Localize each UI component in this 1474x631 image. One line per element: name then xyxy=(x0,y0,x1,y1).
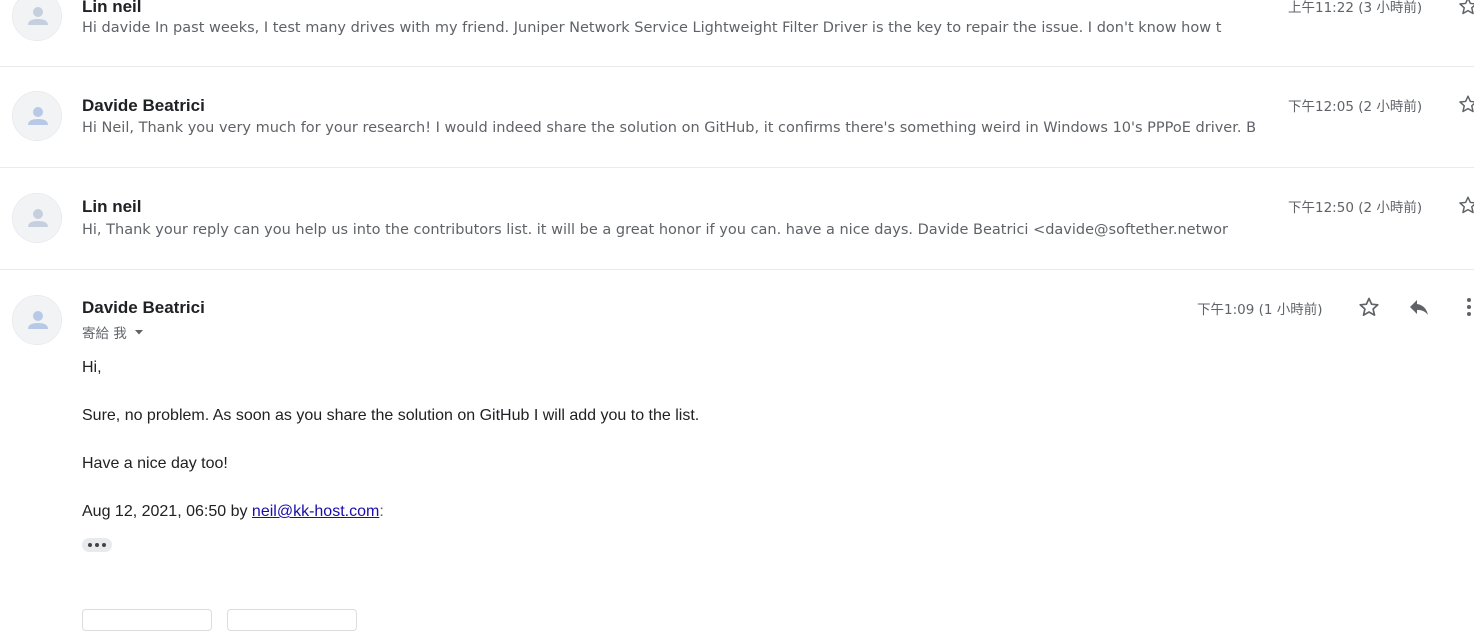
quote-attribution: Aug 12, 2021, 06:50 by neil@kk-host.com: xyxy=(82,503,384,521)
caret-down-icon xyxy=(134,330,143,335)
star-button[interactable] xyxy=(1455,0,1474,19)
reply-action-button[interactable] xyxy=(82,609,212,631)
message-snippet: Hi Neil, Thank you very much for your re… xyxy=(82,120,1257,136)
expanded-message xyxy=(0,270,1474,613)
message-time: 下午12:50 (2 小時前) xyxy=(1288,200,1423,216)
star-button[interactable] xyxy=(1356,294,1382,320)
recipient-label: 寄給 我 xyxy=(82,326,127,342)
quote-prefix: Aug 12, 2021, 06:50 by xyxy=(82,503,252,520)
recipient-details-toggle[interactable]: 寄給 我 xyxy=(82,322,145,342)
reply-icon xyxy=(1410,300,1428,315)
message-time: 下午12:05 (2 小時前) xyxy=(1288,99,1423,115)
star-button[interactable] xyxy=(1455,91,1474,117)
avatar xyxy=(12,193,62,243)
default-avatar-icon xyxy=(13,92,61,140)
message-row[interactable]: Lin neil Hi, Thank your reply can you he… xyxy=(0,168,1474,270)
default-avatar-icon xyxy=(13,0,61,40)
sender-name: Davide Beatrici xyxy=(82,298,205,317)
avatar xyxy=(12,295,62,345)
more-vert-icon xyxy=(1467,298,1471,316)
show-trimmed-content-icon xyxy=(88,543,92,547)
message-row[interactable]: Davide Beatrici Hi Neil, Thank you very … xyxy=(0,67,1474,168)
star-icon xyxy=(1459,0,1474,15)
body-paragraph: Sure, no problem. As soon as you share t… xyxy=(82,407,700,424)
body-paragraph: Have a nice day too! xyxy=(82,455,228,472)
message-time: 上午11:22 (3 小時前) xyxy=(1288,0,1423,16)
star-icon xyxy=(1459,196,1474,214)
message-snippet: Hi davide In past weeks, I test many dri… xyxy=(82,20,1222,36)
forward-action-button[interactable] xyxy=(227,609,357,631)
avatar xyxy=(12,0,62,41)
email-link[interactable]: neil@kk-host.com xyxy=(252,503,379,520)
sender-name: Davide Beatrici xyxy=(82,96,205,115)
star-icon xyxy=(1459,95,1474,113)
message-row[interactable]: Lin neil Hi davide In past weeks, I test… xyxy=(0,0,1474,67)
sender-name: Lin neil xyxy=(82,0,142,16)
show-trimmed-content-button[interactable] xyxy=(82,538,112,552)
quote-suffix: : xyxy=(379,503,384,520)
body-greeting: Hi, xyxy=(82,359,102,376)
message-snippet: Hi, Thank your reply can you help us int… xyxy=(82,222,1228,238)
sender-name: Lin neil xyxy=(82,197,142,216)
message-time: 下午1:09 (1 小時前) xyxy=(1197,302,1323,318)
avatar xyxy=(12,91,62,141)
star-icon xyxy=(1359,297,1379,317)
default-avatar-icon xyxy=(13,194,61,242)
default-avatar-icon xyxy=(13,296,61,344)
star-button[interactable] xyxy=(1455,192,1474,218)
reply-button[interactable] xyxy=(1406,294,1432,320)
more-options-button[interactable] xyxy=(1456,294,1474,320)
